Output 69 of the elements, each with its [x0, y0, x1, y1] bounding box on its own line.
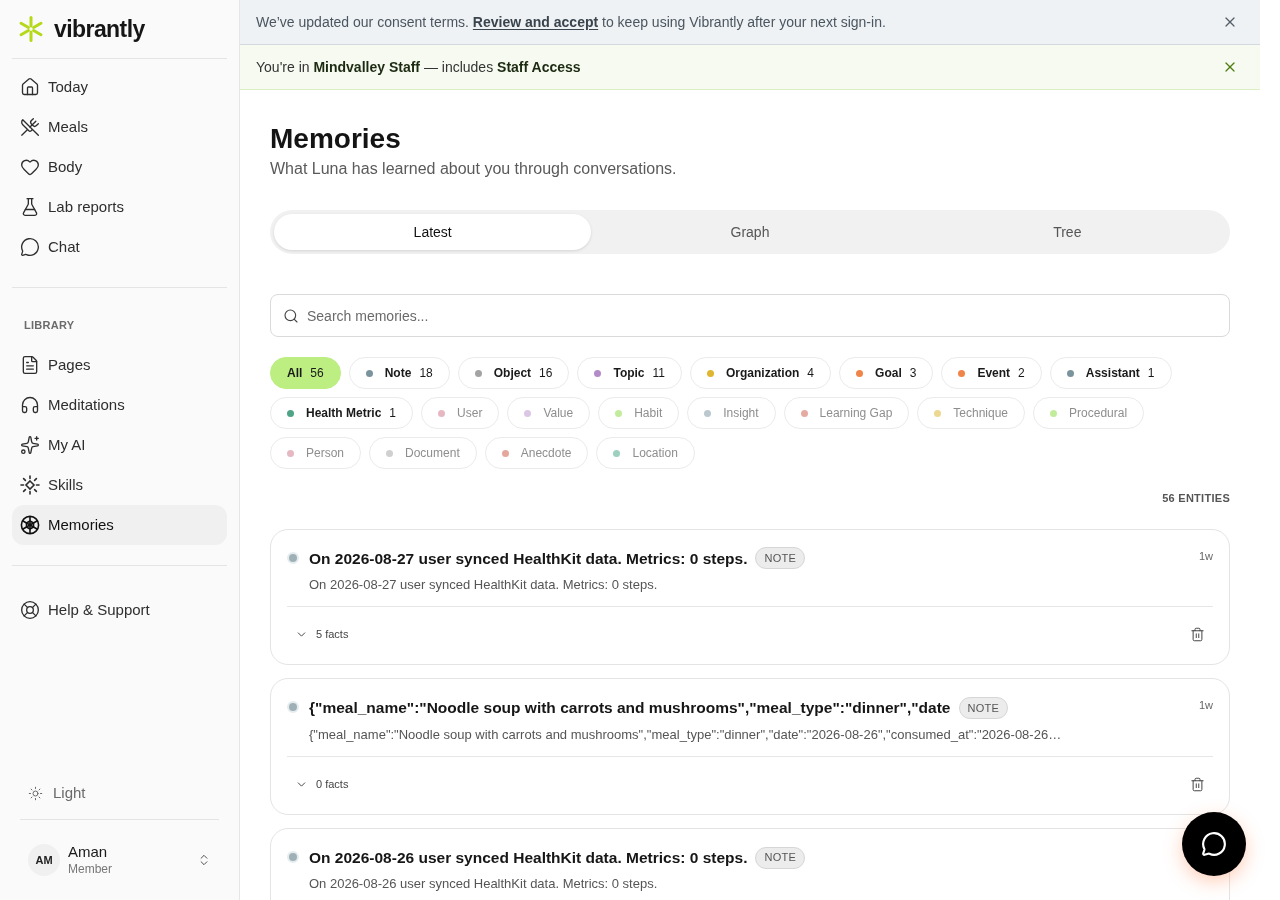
filter-chip[interactable]: Event 2 — [941, 357, 1042, 389]
chat-bubble-icon — [20, 237, 40, 257]
nav-item[interactable]: Chat — [12, 227, 227, 267]
memory-summary: {"meal_name":"Noodle soup with carrots and mushrooms","meal_type":"dinner","date":"2026-08-26","consumed_at":"2026-08-26… — [309, 725, 1063, 744]
delete-button[interactable] — [1190, 626, 1205, 642]
diamond-rays-icon — [20, 475, 40, 495]
filter-chip[interactable]: Topic 11 — [577, 357, 682, 389]
user-name: Aman — [68, 843, 109, 862]
nav-item[interactable]: Meals — [12, 107, 227, 147]
type-badge: NOTE — [755, 547, 806, 570]
page-subtitle: What Luna has learned about you through conversations. — [270, 159, 678, 179]
review-link[interactable]: Review and accept — [472, 13, 599, 30]
heart-icon — [20, 157, 40, 177]
filter-chip[interactable]: Assistant 1 — [1049, 357, 1172, 389]
delete-button[interactable] — [1190, 776, 1205, 792]
sun-icon — [28, 785, 43, 801]
home-icon — [20, 77, 40, 97]
type-badge: NOTE — [755, 846, 806, 869]
tab[interactable]: Graph — [591, 214, 909, 250]
nav-item[interactable]: Lab reports — [12, 187, 227, 227]
chat-bubble-icon — [1201, 831, 1227, 857]
nav-item[interactable]: Pages — [12, 345, 227, 385]
tab[interactable]: Latest — [274, 214, 592, 250]
entity-count: 56 ENTITIES — [1162, 491, 1230, 506]
filter-chip[interactable]: Note 18 — [348, 357, 450, 389]
chat-fab[interactable] — [1182, 812, 1246, 876]
headphones-icon — [20, 395, 40, 415]
filter-chip[interactable]: All 56 — [270, 357, 341, 389]
utensils-icon — [20, 117, 40, 137]
user-role: Member — [68, 861, 113, 877]
search-field[interactable]: Search memories... — [270, 294, 1230, 337]
consent-message: We’ve updated our consent terms. Review and accept to keep using Vibrantly after your next sign-in. — [256, 12, 886, 32]
timestamp: 1w — [1198, 548, 1213, 564]
memory-title: On 2026-08-26 user synced HealthKit data. Metrics: 0 steps. — [309, 848, 748, 868]
filter-chip[interactable]: Goal 3 — [839, 357, 934, 389]
filter-chip[interactable]: Object 16 — [457, 357, 570, 389]
memory-summary: On 2026-08-27 user synced HealthKit data. Metrics: 0 steps. — [309, 575, 659, 594]
nav-item[interactable]: Today — [12, 67, 227, 107]
facts-toggle[interactable]: 5 facts — [295, 626, 349, 643]
filter-chip[interactable]: Organization 4 — [690, 357, 832, 389]
nav-item[interactable]: My AI — [12, 425, 227, 465]
memory-summary: On 2026-08-26 user synced HealthKit data. Metrics: 0 steps. — [309, 875, 659, 894]
section-heading: LIBRARY — [24, 317, 75, 333]
flask-icon — [20, 197, 40, 217]
sparkles-icon — [20, 435, 40, 455]
trash-icon — [1190, 626, 1205, 642]
filter-chip[interactable]: Health Metric 1 — [270, 397, 414, 429]
tab[interactable]: Tree — [908, 214, 1226, 250]
brand-name: vibrantly — [54, 14, 145, 44]
document-icon — [20, 355, 40, 375]
circle-spokes-icon — [20, 515, 40, 535]
search-icon — [283, 308, 299, 324]
nav-item[interactable]: Help & Support — [12, 590, 227, 630]
nav-item[interactable]: Skills — [12, 465, 227, 505]
memory-title: On 2026-08-27 user synced HealthKit data. Metrics: 0 steps. — [309, 548, 748, 569]
nav-item[interactable]: Memories — [12, 505, 227, 545]
asterisk-logo-icon — [18, 16, 44, 42]
nav-item[interactable]: Body — [12, 147, 227, 187]
lifebuoy-icon — [20, 600, 40, 620]
theme-toggle[interactable]: Light — [20, 775, 219, 811]
type-badge: NOTE — [958, 696, 1009, 719]
memory-title: {"meal_name":"Noodle soup with carrots and mushrooms","meal_type":"dinner","date — [309, 698, 951, 719]
trash-icon — [1190, 776, 1205, 792]
nav-item[interactable]: Meditations — [12, 385, 227, 425]
facts-toggle[interactable]: 0 facts — [295, 775, 349, 793]
membership-message: You're in Mindvalley Staff — includes Staff Access — [256, 57, 581, 77]
timestamp: 1w — [1198, 698, 1213, 714]
user-avatar: AM — [28, 844, 60, 876]
page-title: Memories — [270, 122, 402, 156]
